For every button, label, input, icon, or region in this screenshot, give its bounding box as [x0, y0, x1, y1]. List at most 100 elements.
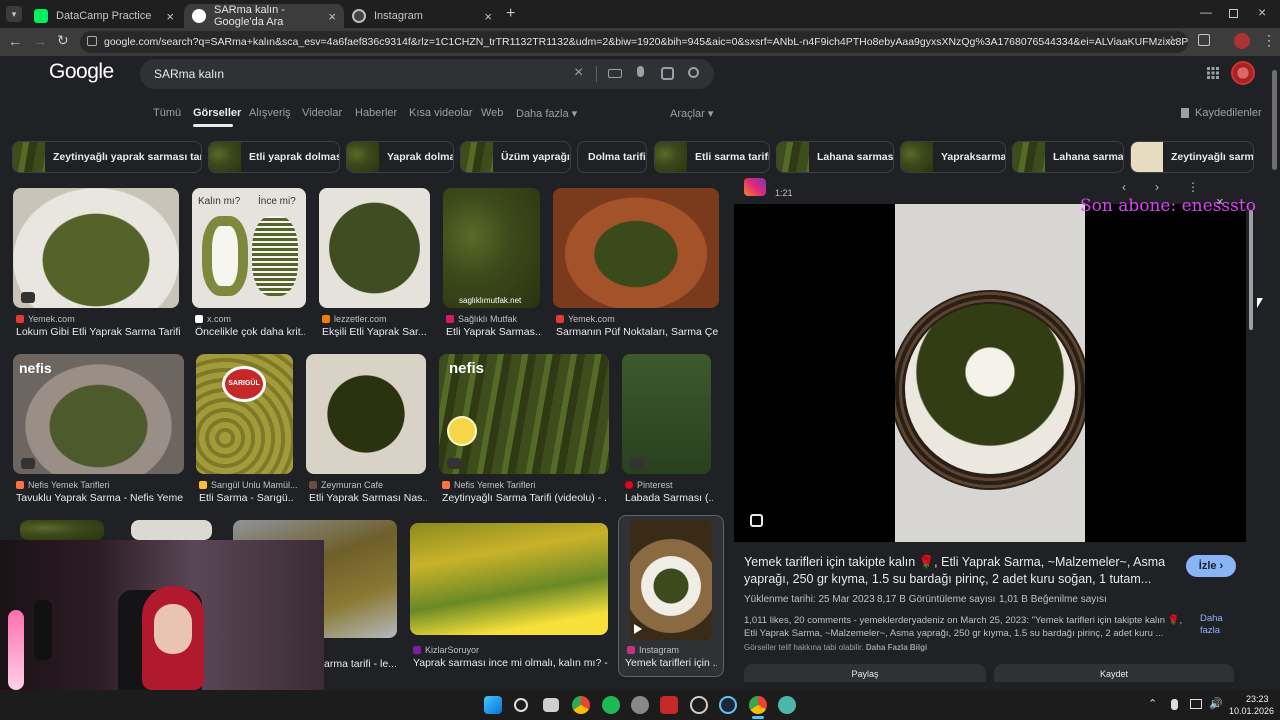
prev-result-icon[interactable]: ‹ — [1122, 180, 1126, 194]
clock-date[interactable]: 10.01.2026 — [1229, 706, 1274, 716]
result-caption[interactable]: Zeytinyağlı Sarma Tarifi (videolu) - ... — [442, 492, 607, 504]
tab-instagram[interactable]: Instagram × — [344, 4, 500, 28]
reload-icon[interactable]: ↻ — [57, 32, 69, 49]
result-source[interactable]: lezzetler.com — [322, 314, 387, 324]
result-source[interactable]: Sağlıklı Mutfak — [446, 314, 517, 324]
result-caption[interactable]: Yemek tarifleri için ... — [625, 657, 717, 669]
result-image[interactable]: Kalın mı? İnce mi? — [192, 188, 306, 308]
result-image[interactable] — [13, 188, 179, 308]
save-button[interactable]: Kaydet — [994, 664, 1234, 682]
result-caption[interactable]: Etli Sarma - Sarıgü... — [199, 492, 294, 504]
nav-videos[interactable]: Videolar — [302, 107, 342, 119]
google-logo[interactable]: Google — [49, 60, 114, 84]
more-link[interactable]: Daha fazla — [1200, 613, 1232, 637]
spotify-icon[interactable] — [602, 696, 620, 714]
settings-icon[interactable] — [631, 696, 649, 714]
volume-tray-icon[interactable]: 🔊 — [1209, 697, 1223, 710]
site-info-icon[interactable] — [87, 36, 97, 46]
chip-1[interactable]: Etli yaprak dolması — [208, 141, 340, 173]
extensions-icon[interactable] — [1198, 34, 1210, 46]
account-avatar[interactable] — [1231, 61, 1255, 85]
restore-button[interactable] — [1229, 9, 1238, 18]
tools-button[interactable]: Araçlar ▾ — [670, 107, 713, 120]
result-image[interactable]: SARIGÜL — [196, 354, 293, 474]
panel-scrollbar[interactable] — [1249, 210, 1253, 330]
nav-web[interactable]: Web — [481, 107, 503, 119]
result-image[interactable] — [20, 520, 104, 540]
nav-news[interactable]: Haberler — [355, 107, 397, 119]
result-image[interactable]: nefis — [13, 354, 184, 474]
preview-title[interactable]: Yemek tarifleri için takipte kalın 🌹, Et… — [744, 554, 1174, 588]
chrome-icon[interactable] — [572, 696, 590, 714]
result-caption[interactable]: arma tarifi - le... — [324, 658, 396, 670]
preview-image[interactable] — [895, 204, 1085, 542]
chip-5[interactable]: Etli sarma tarifi — [654, 141, 770, 173]
close-window-button[interactable]: × — [1258, 4, 1266, 20]
next-result-icon[interactable]: › — [1155, 180, 1159, 194]
result-caption[interactable]: Tavuklu Yaprak Sarma - Nefis Yeme... — [16, 492, 184, 504]
result-source[interactable]: Sarıgül Unlu Mamül... — [199, 480, 298, 490]
app-icon[interactable] — [778, 696, 796, 714]
tab-datacamp[interactable]: DataCamp Practice × — [26, 4, 182, 28]
result-image[interactable] — [131, 520, 212, 540]
chrome-active-icon[interactable] — [749, 696, 767, 714]
chrome-menu-icon[interactable]: ⋮ — [1262, 32, 1276, 49]
new-tab-button[interactable]: + — [506, 5, 515, 23]
result-image[interactable] — [306, 354, 426, 474]
minimize-button[interactable]: — — [1200, 5, 1212, 19]
display-tray-icon[interactable] — [1190, 699, 1202, 709]
result-source[interactable]: Instagram — [627, 645, 679, 655]
result-image[interactable]: nefis — [439, 354, 609, 474]
lens-icon[interactable] — [661, 67, 674, 80]
app-icon[interactable] — [690, 696, 708, 714]
page-scrollbar[interactable] — [1272, 70, 1277, 170]
result-caption[interactable]: Yaprak sarması ince mi olmalı, kalın mı?… — [413, 657, 609, 669]
steam-icon[interactable] — [719, 696, 737, 714]
close-tab-icon[interactable]: × — [166, 9, 174, 24]
keyboard-icon[interactable] — [608, 69, 622, 78]
nav-more[interactable]: Daha fazla ▾ — [516, 107, 577, 120]
close-tab-icon[interactable]: × — [484, 9, 492, 24]
clear-search-icon[interactable]: × — [574, 64, 583, 82]
result-source[interactable]: Yemek.com — [556, 314, 615, 324]
lens-search-icon[interactable] — [750, 514, 763, 527]
result-source[interactable]: Pinterest — [625, 480, 673, 490]
chip-8[interactable]: Lahana sarma — [1012, 141, 1124, 173]
result-source[interactable]: x.com — [195, 314, 231, 324]
saved-button[interactable]: Kaydedilenler — [1181, 107, 1262, 119]
result-image[interactable] — [553, 188, 719, 308]
forward-icon[interactable]: → — [33, 33, 47, 49]
share-button[interactable]: Paylaş — [744, 664, 986, 682]
chip-7[interactable]: Yapraksarma — [900, 141, 1006, 173]
result-image[interactable]: saglıklımutfak.net — [443, 188, 540, 308]
result-caption[interactable]: Sarmanın Püf Noktaları, Sarma Çe... — [556, 326, 718, 338]
clock-time[interactable]: 23:23 — [1246, 694, 1269, 704]
profile-avatar[interactable] — [1234, 33, 1250, 49]
result-caption[interactable]: Etli Yaprak Sarmas... — [446, 326, 542, 338]
back-icon[interactable]: ← — [8, 33, 22, 49]
result-caption[interactable]: Lokum Gibi Etli Yaprak Sarma Tarifi... — [16, 326, 181, 338]
result-source[interactable]: Zeymuran Cafe — [309, 480, 383, 490]
tab-search-menu[interactable]: ▾ — [6, 6, 22, 22]
chip-3[interactable]: Üzüm yaprağı — [460, 141, 571, 173]
apps-grid-icon[interactable] — [1207, 67, 1219, 79]
result-image[interactable] — [319, 188, 430, 308]
search-icon[interactable] — [514, 698, 528, 712]
result-image[interactable] — [622, 354, 711, 474]
result-source[interactable]: Nefis Yemek Tarifleri — [16, 480, 109, 490]
mic-icon[interactable] — [637, 66, 644, 77]
learn-more-link[interactable]: Daha Fazla Bilgi — [866, 643, 927, 652]
address-bar[interactable]: google.com/search?q=SARma+kalın&sca_esv=… — [80, 31, 1188, 53]
nav-short-videos[interactable]: Kısa videolar — [409, 107, 473, 119]
instagram-avatar[interactable] — [744, 178, 766, 196]
task-view-icon[interactable] — [543, 698, 559, 712]
chip-9[interactable]: Zeytinyağlı sarma — [1130, 141, 1254, 173]
result-image[interactable] — [410, 523, 608, 635]
bookmark-star-icon[interactable]: ☆ — [1166, 33, 1178, 49]
search-icon[interactable] — [688, 67, 699, 78]
mic-tray-icon[interactable] — [1171, 699, 1178, 710]
search-input[interactable]: SARma kalın — [154, 67, 224, 81]
result-caption[interactable]: Ekşili Etli Yaprak Sar... — [322, 326, 432, 338]
chip-2[interactable]: Yaprak dolma — [346, 141, 454, 173]
tray-chevron-icon[interactable]: ⌃ — [1148, 697, 1157, 710]
